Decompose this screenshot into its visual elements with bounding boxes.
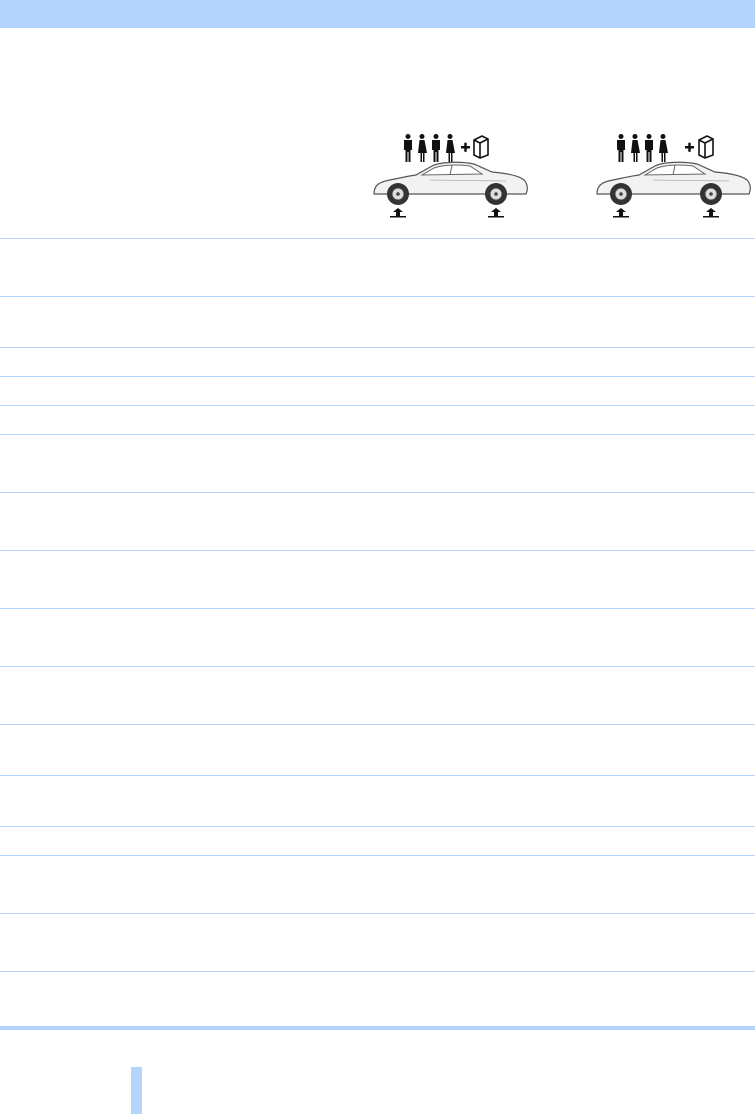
vehicle-load-figure-right [593, 128, 753, 228]
female-person-icon [418, 134, 427, 162]
luggage-icon [698, 135, 714, 159]
table-row-divider [0, 238, 755, 239]
vehicle-load-figure-left [370, 128, 530, 228]
plus-icon [685, 142, 694, 152]
male-person-icon [404, 134, 412, 162]
table-row-divider [0, 434, 755, 435]
front-axle-arrow-icon [390, 208, 406, 218]
table-row-divider [0, 666, 755, 667]
male-person-icon [645, 134, 653, 162]
luggage-icon [473, 135, 489, 159]
vehicle-load-illustration [596, 134, 751, 218]
table-row-divider [0, 405, 755, 406]
table-row-divider [0, 724, 755, 725]
table-row-divider [0, 296, 755, 297]
table-row-divider [0, 376, 755, 377]
table-row-divider [0, 492, 755, 493]
table-row-divider [0, 347, 755, 348]
page-marker-tab [131, 1067, 142, 1114]
front-axle-arrow-icon [613, 208, 629, 218]
table-row-divider [0, 913, 755, 914]
table-row-divider [0, 826, 755, 827]
passengers-icon [617, 134, 694, 162]
female-person-icon [446, 134, 455, 162]
table-row-divider [0, 550, 755, 551]
table-row-divider [0, 775, 755, 776]
female-person-icon [631, 134, 640, 162]
passengers-icon [404, 134, 470, 162]
header-band [0, 0, 755, 28]
coupe-car-icon [596, 161, 751, 205]
rear-axle-arrow-icon [703, 208, 719, 218]
rear-axle-arrow-icon [488, 208, 504, 218]
female-person-icon [659, 134, 668, 162]
table-row-divider [0, 608, 755, 609]
table-row-divider [0, 971, 755, 972]
table-row-divider [0, 855, 755, 856]
manual-page [0, 0, 755, 1114]
male-person-icon [617, 134, 625, 162]
table-bottom-rule [0, 1026, 755, 1030]
plus-icon [461, 142, 470, 152]
vehicle-load-illustration [373, 134, 528, 218]
male-person-icon [432, 134, 440, 162]
coupe-car-icon [373, 161, 528, 205]
